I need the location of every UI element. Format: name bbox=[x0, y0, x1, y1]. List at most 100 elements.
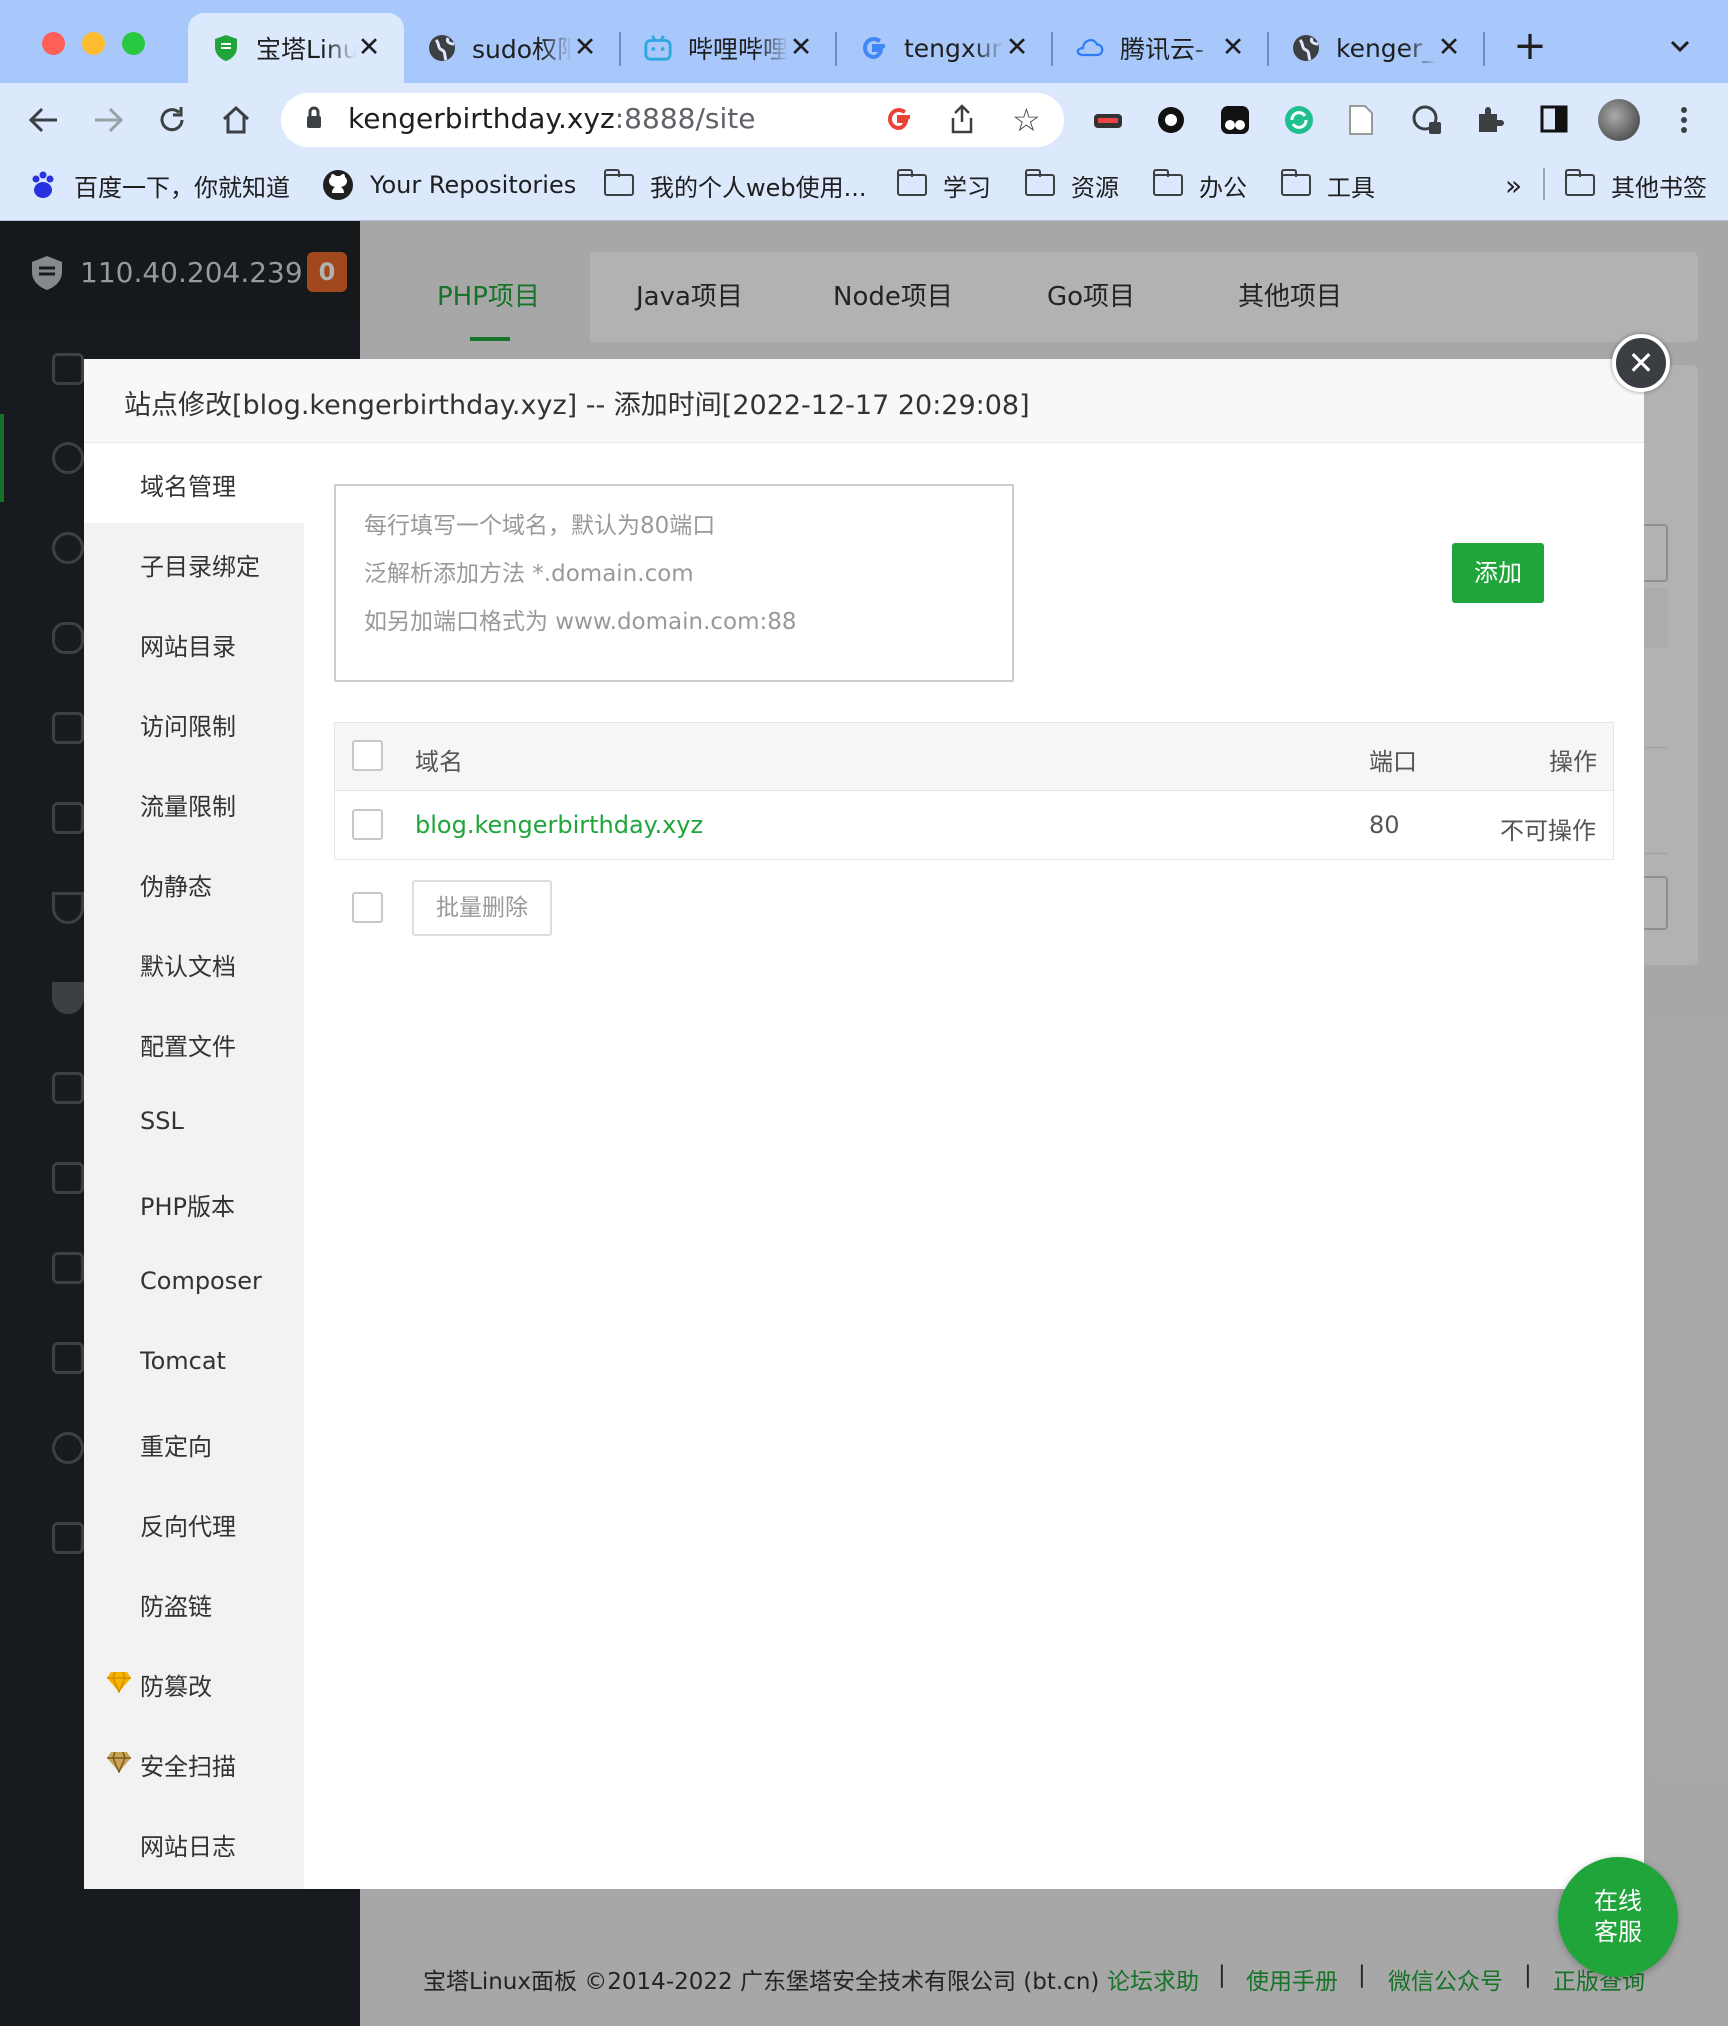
profile-avatar[interactable] bbox=[1598, 99, 1640, 141]
folder-icon bbox=[1280, 169, 1311, 196]
window-close-dot[interactable] bbox=[42, 32, 65, 55]
extension-ring-icon[interactable] bbox=[1155, 104, 1187, 136]
new-tab-button[interactable]: + bbox=[1510, 26, 1550, 68]
side-panel-icon[interactable] bbox=[1539, 104, 1571, 136]
batch-select-checkbox[interactable] bbox=[352, 892, 383, 923]
bookmark-item[interactable]: 百度一下，你就知道 bbox=[28, 167, 290, 203]
bookmark-label: Your Repositories bbox=[370, 171, 577, 199]
share-icon[interactable] bbox=[949, 104, 979, 136]
reload-icon[interactable] bbox=[150, 98, 194, 142]
forward-arrow-icon[interactable] bbox=[86, 98, 130, 142]
row-checkbox[interactable] bbox=[352, 809, 383, 840]
nav-rewrite[interactable]: 伪静态 bbox=[84, 843, 304, 923]
nav-traffic-limit[interactable]: 流量限制 bbox=[84, 763, 304, 843]
nav-site-directory[interactable]: 网站目录 bbox=[84, 603, 304, 683]
nav-access-restriction[interactable]: 访问限制 bbox=[84, 683, 304, 763]
nav-security-scan[interactable]: 安全扫描 bbox=[84, 1723, 304, 1803]
browser-tab[interactable]: 哔哩哔哩 ✕ bbox=[620, 13, 836, 83]
nav-label: 伪静态 bbox=[140, 873, 212, 901]
nav-label: 域名管理 bbox=[140, 473, 236, 501]
select-all-checkbox[interactable] bbox=[352, 740, 383, 771]
bookmark-item[interactable]: 我的个人web使用... bbox=[603, 167, 867, 203]
bookmarks-overflow-button[interactable]: » bbox=[1505, 167, 1522, 203]
gem-icon bbox=[106, 1751, 132, 1774]
other-bookmarks-label: 其他书签 bbox=[1611, 173, 1707, 202]
online-service-line1: 在线 bbox=[1594, 1887, 1642, 1915]
google-icon bbox=[860, 34, 888, 62]
extension-ninja-icon[interactable] bbox=[1092, 104, 1124, 136]
nav-hotlink-protection[interactable]: 防盗链 bbox=[84, 1563, 304, 1643]
window-zoom-dot[interactable] bbox=[122, 32, 145, 55]
browser-chrome: 宝塔Linux面板 ✕ sudo权限 ✕ 哔哩哔哩 ✕ tengxun ✕ 腾讯… bbox=[0, 0, 1728, 221]
browser-tab[interactable]: tengxun ✕ bbox=[836, 13, 1052, 83]
nav-ssl[interactable]: SSL bbox=[84, 1083, 304, 1163]
globe-icon bbox=[1292, 34, 1320, 62]
nav-domain-management[interactable]: 域名管理 bbox=[84, 443, 304, 523]
folder-icon bbox=[1152, 169, 1183, 196]
tab-close-icon[interactable]: ✕ bbox=[570, 33, 600, 63]
nav-site-logs[interactable]: 网站日志 bbox=[84, 1803, 304, 1883]
url-text[interactable]: kengerbirthday.xyz:8888/site bbox=[348, 102, 755, 135]
bookmark-item[interactable]: 办公 bbox=[1152, 167, 1247, 203]
domain-link[interactable]: blog.kengerbirthday.xyz bbox=[415, 811, 703, 839]
bookmark-star-icon[interactable]: ☆ bbox=[1012, 104, 1044, 136]
online-service-line2: 客服 bbox=[1594, 1918, 1642, 1946]
extension-document-icon[interactable] bbox=[1348, 104, 1376, 136]
bookmarks-divider bbox=[1543, 168, 1545, 200]
window-minimize-dot[interactable] bbox=[82, 32, 105, 55]
nav-config-file[interactable]: 配置文件 bbox=[84, 1003, 304, 1083]
extensions-puzzle-icon[interactable] bbox=[1475, 104, 1507, 136]
nav-redirect[interactable]: 重定向 bbox=[84, 1403, 304, 1483]
nav-subdirectory-binding[interactable]: 子目录绑定 bbox=[84, 523, 304, 603]
tab-close-icon[interactable]: ✕ bbox=[1002, 33, 1032, 63]
bookmark-item[interactable]: 资源 bbox=[1024, 167, 1119, 203]
nav-tamper-protection[interactable]: 防篡改 bbox=[84, 1643, 304, 1723]
nav-php-version[interactable]: PHP版本 bbox=[84, 1163, 304, 1243]
google-translate-icon[interactable] bbox=[885, 105, 915, 135]
tab-close-icon[interactable]: ✕ bbox=[1434, 33, 1464, 63]
other-bookmarks[interactable]: 其他书签 bbox=[1564, 167, 1707, 203]
extension-sync-icon[interactable] bbox=[1283, 104, 1315, 136]
browser-tab[interactable]: kenger_ ✕ bbox=[1268, 13, 1484, 83]
bookmark-item[interactable]: Your Repositories bbox=[322, 167, 576, 203]
tab-search-chevron-icon[interactable] bbox=[1668, 34, 1698, 64]
tencent-cloud-icon bbox=[1076, 34, 1104, 62]
bookmark-label: 百度一下，你就知道 bbox=[74, 173, 290, 202]
batch-delete-button[interactable]: 批量删除 bbox=[412, 880, 552, 936]
browser-tab[interactable]: 腾讯云- ✕ bbox=[1052, 13, 1268, 83]
close-icon[interactable]: ✕ bbox=[1612, 334, 1670, 392]
nav-default-document[interactable]: 默认文档 bbox=[84, 923, 304, 1003]
domain-action-status: 不可操作 bbox=[1500, 817, 1596, 845]
extension-lock-badge-icon[interactable] bbox=[1411, 104, 1443, 136]
folder-icon bbox=[603, 169, 634, 196]
menu-kebab-icon[interactable] bbox=[1672, 104, 1696, 136]
tab-close-icon[interactable]: ✕ bbox=[1218, 33, 1248, 63]
nav-tomcat[interactable]: Tomcat bbox=[84, 1323, 304, 1403]
tab-close-icon[interactable]: ✕ bbox=[786, 33, 816, 63]
extension-tampermonkey-icon[interactable] bbox=[1219, 104, 1251, 136]
tab-close-icon[interactable]: ✕ bbox=[354, 33, 384, 63]
nav-reverse-proxy[interactable]: 反向代理 bbox=[84, 1483, 304, 1563]
browser-tab[interactable]: sudo权限 ✕ bbox=[404, 13, 620, 83]
bookmark-label: 我的个人web使用... bbox=[650, 173, 867, 202]
baidu-paw-icon bbox=[28, 170, 58, 200]
domain-textarea[interactable]: 每行填写一个域名，默认为80端口 泛解析添加方法 *.domain.com 如另… bbox=[334, 484, 1014, 682]
nav-label: 防盗链 bbox=[140, 1593, 212, 1621]
bookmark-item[interactable]: 工具 bbox=[1280, 167, 1375, 203]
online-service-button[interactable]: 在线 客服 bbox=[1558, 1857, 1678, 1977]
add-domain-button[interactable]: 添加 bbox=[1452, 543, 1544, 603]
header-domain: 域名 bbox=[415, 748, 463, 776]
nav-composer[interactable]: Composer bbox=[84, 1243, 304, 1323]
bookmark-label: 资源 bbox=[1071, 173, 1119, 202]
nav-label: 子目录绑定 bbox=[140, 553, 260, 581]
browser-tab[interactable]: 宝塔Linux面板 ✕ bbox=[188, 13, 404, 83]
header-port: 端口 bbox=[1369, 748, 1417, 776]
lock-icon[interactable] bbox=[305, 106, 325, 132]
home-icon[interactable] bbox=[214, 98, 258, 142]
domain-table-header bbox=[335, 723, 1613, 791]
back-arrow-icon[interactable] bbox=[22, 98, 66, 142]
baota-shield-icon bbox=[212, 34, 240, 62]
gem-icon bbox=[106, 1671, 132, 1694]
tab-title: tengxun bbox=[904, 33, 1004, 63]
bookmark-item[interactable]: 学习 bbox=[896, 167, 991, 203]
